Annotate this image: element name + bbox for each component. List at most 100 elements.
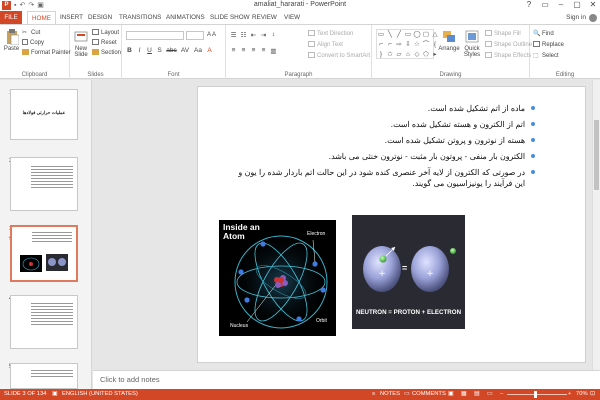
notes-toggle-button[interactable]: NOTES [380, 391, 400, 397]
tab-insert[interactable]: INSERT [56, 11, 87, 24]
minimize-button[interactable]: – [556, 0, 566, 10]
sign-in-link[interactable]: Sign in [566, 11, 586, 24]
cut-button[interactable]: ✂ Cut [22, 29, 40, 38]
slide-thumbnail-5[interactable] [10, 363, 78, 389]
align-center-icon[interactable]: ≡ [240, 47, 247, 55]
shape-fill-button[interactable]: Shape Fill [485, 30, 521, 39]
decrease-indent-icon[interactable]: ⇤ [250, 31, 257, 39]
user-icon[interactable] [589, 14, 597, 22]
slide-thumbnail-1[interactable]: عملیات حرارتی فولادها [10, 89, 78, 140]
tab-view[interactable]: VIEW [280, 11, 304, 24]
vertical-scrollbar[interactable] [592, 80, 600, 370]
shape-option-icon[interactable]: ⬠ [422, 50, 430, 59]
shape-option-icon[interactable]: ▢ [422, 30, 430, 39]
shape-option-icon[interactable]: ▭ [377, 30, 385, 39]
tab-review[interactable]: REVIEW [248, 11, 281, 24]
tab-transitions[interactable]: TRANSITIONS [115, 11, 165, 24]
shape-outline-button[interactable]: Shape Outline [485, 41, 532, 50]
maximize-button[interactable]: ▢ [572, 0, 582, 10]
format-painter-button[interactable]: Format Painter [22, 49, 71, 58]
zoom-level[interactable]: 70% [576, 391, 588, 397]
shape-option-icon[interactable]: ⌐ [386, 40, 394, 49]
slide-thumbnail-2[interactable] [10, 157, 78, 211]
bold-button[interactable]: B [126, 47, 133, 54]
shadow-button[interactable]: S [156, 47, 163, 54]
copy-button[interactable]: Copy [22, 39, 44, 48]
section-button[interactable]: Section [92, 49, 121, 58]
spellcheck-icon[interactable]: ▣ [52, 391, 57, 397]
neutron-proton-electron-image[interactable]: + + = NEUTRON = PROTON + ELECTRON [352, 215, 465, 329]
shape-option-icon[interactable]: ⌐ [377, 40, 385, 49]
font-color-button[interactable]: A [206, 47, 213, 54]
slide-bullet-list[interactable]: ماده از اتم تشکیل شده است. اتم از الکترو… [238, 103, 535, 194]
font-family-select[interactable] [126, 31, 184, 40]
shape-option-icon[interactable]: ⇩ [404, 40, 412, 49]
inside-an-atom-image[interactable]: Inside an Atom Electron Nucleus Orbit [219, 220, 336, 336]
convert-smartart-button[interactable]: Convert to SmartArt [308, 52, 370, 61]
comments-toggle-button[interactable]: COMMENTS [412, 391, 446, 397]
zoom-in-icon[interactable]: + [568, 391, 571, 397]
shape-option-icon[interactable]: ⌂ [404, 50, 412, 59]
ribbon-display-button[interactable]: ▭ [540, 0, 550, 10]
numbering-icon[interactable]: ☷ [240, 31, 247, 39]
columns-icon[interactable]: ▥ [270, 47, 277, 55]
bullets-icon[interactable]: ☰ [230, 31, 237, 39]
help-button[interactable]: ? [524, 0, 534, 10]
shape-option-icon[interactable]: ╲ [386, 30, 394, 39]
zoom-out-icon[interactable]: – [500, 391, 503, 397]
quick-styles-button[interactable]: Quick Styles [461, 29, 483, 58]
tab-slide-show[interactable]: SLIDE SHOW [206, 11, 254, 24]
font-size-select[interactable] [186, 31, 204, 40]
grow-shrink-font-icons[interactable]: A A [207, 31, 216, 40]
fit-slide-icon[interactable]: ⊡ [590, 391, 595, 397]
line-spacing-icon[interactable]: ↕ [270, 31, 277, 39]
text-direction-button[interactable]: Text Direction [308, 30, 353, 39]
zoom-slider[interactable] [507, 394, 567, 395]
tab-animations[interactable]: ANIMATIONS [162, 11, 209, 24]
shape-option-icon[interactable]: } [377, 50, 385, 59]
notes-pane[interactable]: Click to add notes [93, 370, 600, 389]
align-text-button[interactable]: Align Text [308, 41, 343, 50]
change-case-button[interactable]: Aa [193, 47, 203, 54]
arrange-button[interactable]: Arrange [438, 29, 460, 52]
notes-icon[interactable]: ≡ [372, 391, 375, 397]
shape-option-icon[interactable]: ⇨ [395, 40, 403, 49]
shape-option-icon[interactable]: ✩ [386, 50, 394, 59]
reading-view-icon[interactable]: ▤ [474, 391, 479, 397]
shape-option-icon[interactable]: ⌒ [422, 40, 430, 49]
align-left-icon[interactable]: ≡ [230, 47, 237, 55]
shape-option-icon[interactable]: ◇ [413, 50, 421, 59]
increase-indent-icon[interactable]: ⇥ [260, 31, 267, 39]
justify-icon[interactable]: ≡ [260, 47, 267, 55]
shape-option-icon[interactable]: ▭ [404, 30, 412, 39]
find-button[interactable]: 🔍 Find [533, 30, 554, 39]
shape-option-icon[interactable]: ╱ [395, 30, 403, 39]
replace-button[interactable]: Replace [533, 41, 564, 50]
reset-button[interactable]: Reset [92, 39, 117, 48]
slide-thumbnail-4[interactable] [10, 295, 78, 349]
close-button[interactable]: ✕ [588, 0, 598, 10]
shapes-gallery[interactable]: ▭ ╲ ╱ ▭ ◯ ▢ △ ⌐ ⌐ ⇨ ⇩ ☆ ⌒{} ✩ ▱ ⌂ ◇ ⬠ ▸ [376, 29, 438, 59]
scrollbar-thumb[interactable] [594, 120, 599, 190]
italic-button[interactable]: I [136, 47, 143, 54]
tab-file[interactable]: FILE [0, 11, 22, 24]
shape-option-icon[interactable]: ◯ [413, 30, 421, 39]
normal-view-icon[interactable]: ▣ [448, 391, 453, 397]
layout-button[interactable]: Layout [92, 29, 119, 38]
align-right-icon[interactable]: ≡ [250, 47, 257, 55]
slide-sorter-icon[interactable]: ▦ [461, 391, 466, 397]
shape-option-icon[interactable]: ☆ [413, 40, 421, 49]
strikethrough-button[interactable]: abc [166, 47, 177, 54]
new-slide-button[interactable]: New Slide [72, 29, 90, 58]
current-slide[interactable]: ماده از اتم تشکیل شده است. اتم از الکترو… [197, 86, 586, 363]
shape-option-icon[interactable]: ▱ [395, 50, 403, 59]
slideshow-view-icon[interactable]: ▭ [487, 391, 492, 397]
slide-thumbnail-3[interactable] [10, 225, 78, 282]
shape-effects-button[interactable]: Shape Effects [485, 52, 531, 61]
underline-button[interactable]: U [146, 47, 153, 54]
language-indicator[interactable]: ENGLISH (UNITED STATES) [62, 391, 138, 397]
char-spacing-button[interactable]: AV [180, 47, 190, 54]
tab-home[interactable]: HOME [27, 11, 56, 25]
zoom-slider-handle[interactable] [534, 391, 537, 398]
select-button[interactable]: ⬚ Select [533, 52, 559, 61]
